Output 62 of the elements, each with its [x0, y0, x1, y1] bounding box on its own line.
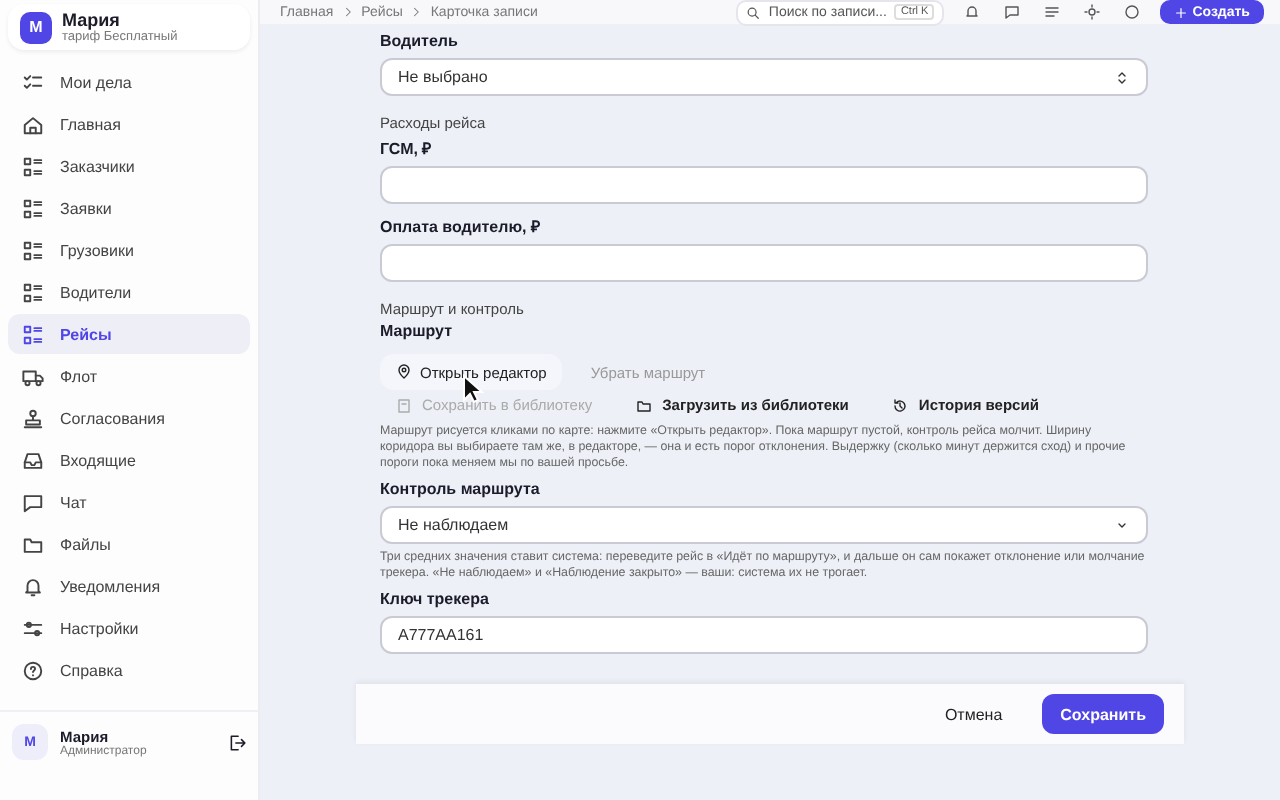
sidebar-item[interactable]: Файлы	[8, 524, 250, 564]
help-button[interactable]	[1120, 2, 1145, 22]
sidebar-item[interactable]: Уведомления	[8, 566, 250, 606]
sidebar-item[interactable]: Мои дела	[8, 62, 250, 102]
account-name: Мария	[62, 10, 122, 30]
sidebar-item[interactable]: Главная	[8, 104, 250, 144]
menu-icon	[1044, 4, 1061, 20]
search-icon	[746, 5, 761, 19]
history-icon	[892, 397, 909, 413]
list-icon	[22, 155, 44, 177]
save-button[interactable]: Сохранить	[1042, 694, 1164, 734]
logout-icon	[228, 733, 246, 751]
field-label: Маршрут	[380, 322, 455, 340]
sidebar-item[interactable]: Водители	[8, 272, 250, 312]
sidebar-item[interactable]: Входящие	[8, 440, 250, 480]
field-label: Ключ трекера	[380, 590, 491, 609]
field-label: ГСМ, ₽	[380, 138, 435, 158]
list-icon	[22, 239, 44, 261]
sidebar-item[interactable]: Справка	[8, 650, 250, 690]
sidebar-item[interactable]: Настройки	[8, 608, 250, 648]
pin-icon	[396, 364, 412, 380]
route-control-select[interactable]: Не наблюдаем	[380, 506, 1148, 545]
chevron-right-icon	[341, 6, 354, 18]
sidebar-item[interactable]: Рейсы	[8, 314, 250, 354]
sun-icon	[1084, 4, 1101, 20]
chat-icon	[22, 491, 44, 513]
plus-icon	[1174, 5, 1189, 19]
sidebar-item[interactable]: Заявки	[8, 188, 250, 228]
chevron-updown-icon	[1114, 69, 1130, 85]
chevron-right-icon	[410, 6, 423, 18]
list-icon	[22, 281, 44, 303]
list-icon	[22, 323, 44, 345]
sidebar-item[interactable]: Грузовики	[8, 230, 250, 270]
field-label: Водитель	[380, 32, 460, 50]
bookmark-icon	[396, 397, 412, 413]
checklist-icon	[22, 71, 44, 93]
cancel-button[interactable]: Отмена	[932, 703, 1015, 725]
inbox-icon	[22, 449, 44, 471]
tracker-input[interactable]: А777АА161	[380, 616, 1148, 655]
sidebar-item[interactable]: Чат	[8, 482, 250, 522]
bell-icon	[22, 575, 44, 597]
home-icon	[22, 113, 44, 135]
input-field[interactable]	[380, 244, 1148, 282]
menu-button[interactable]	[1040, 2, 1065, 22]
account-avatar: М	[20, 11, 52, 43]
sidebar-item[interactable]: Заказчики	[8, 146, 250, 186]
list-icon	[22, 197, 44, 219]
folder-icon	[636, 397, 653, 413]
theme-button[interactable]	[1080, 2, 1105, 22]
stamp-icon	[22, 407, 44, 429]
sidebar-item[interactable]: Флот	[8, 356, 250, 396]
field-label: Контроль маршрута	[380, 480, 542, 499]
field-label: Оплата водителю, ₽	[380, 216, 543, 236]
truck-icon	[22, 365, 44, 387]
driver-select[interactable]: Не выбрано	[380, 58, 1148, 96]
bell-icon	[964, 4, 981, 20]
sidebar-item[interactable]: Согласования	[8, 398, 250, 438]
input-field[interactable]	[380, 166, 1148, 204]
folder-icon	[22, 533, 44, 555]
chat-button[interactable]	[1000, 2, 1025, 22]
settings-icon	[22, 617, 44, 639]
chat-icon	[1004, 4, 1021, 20]
